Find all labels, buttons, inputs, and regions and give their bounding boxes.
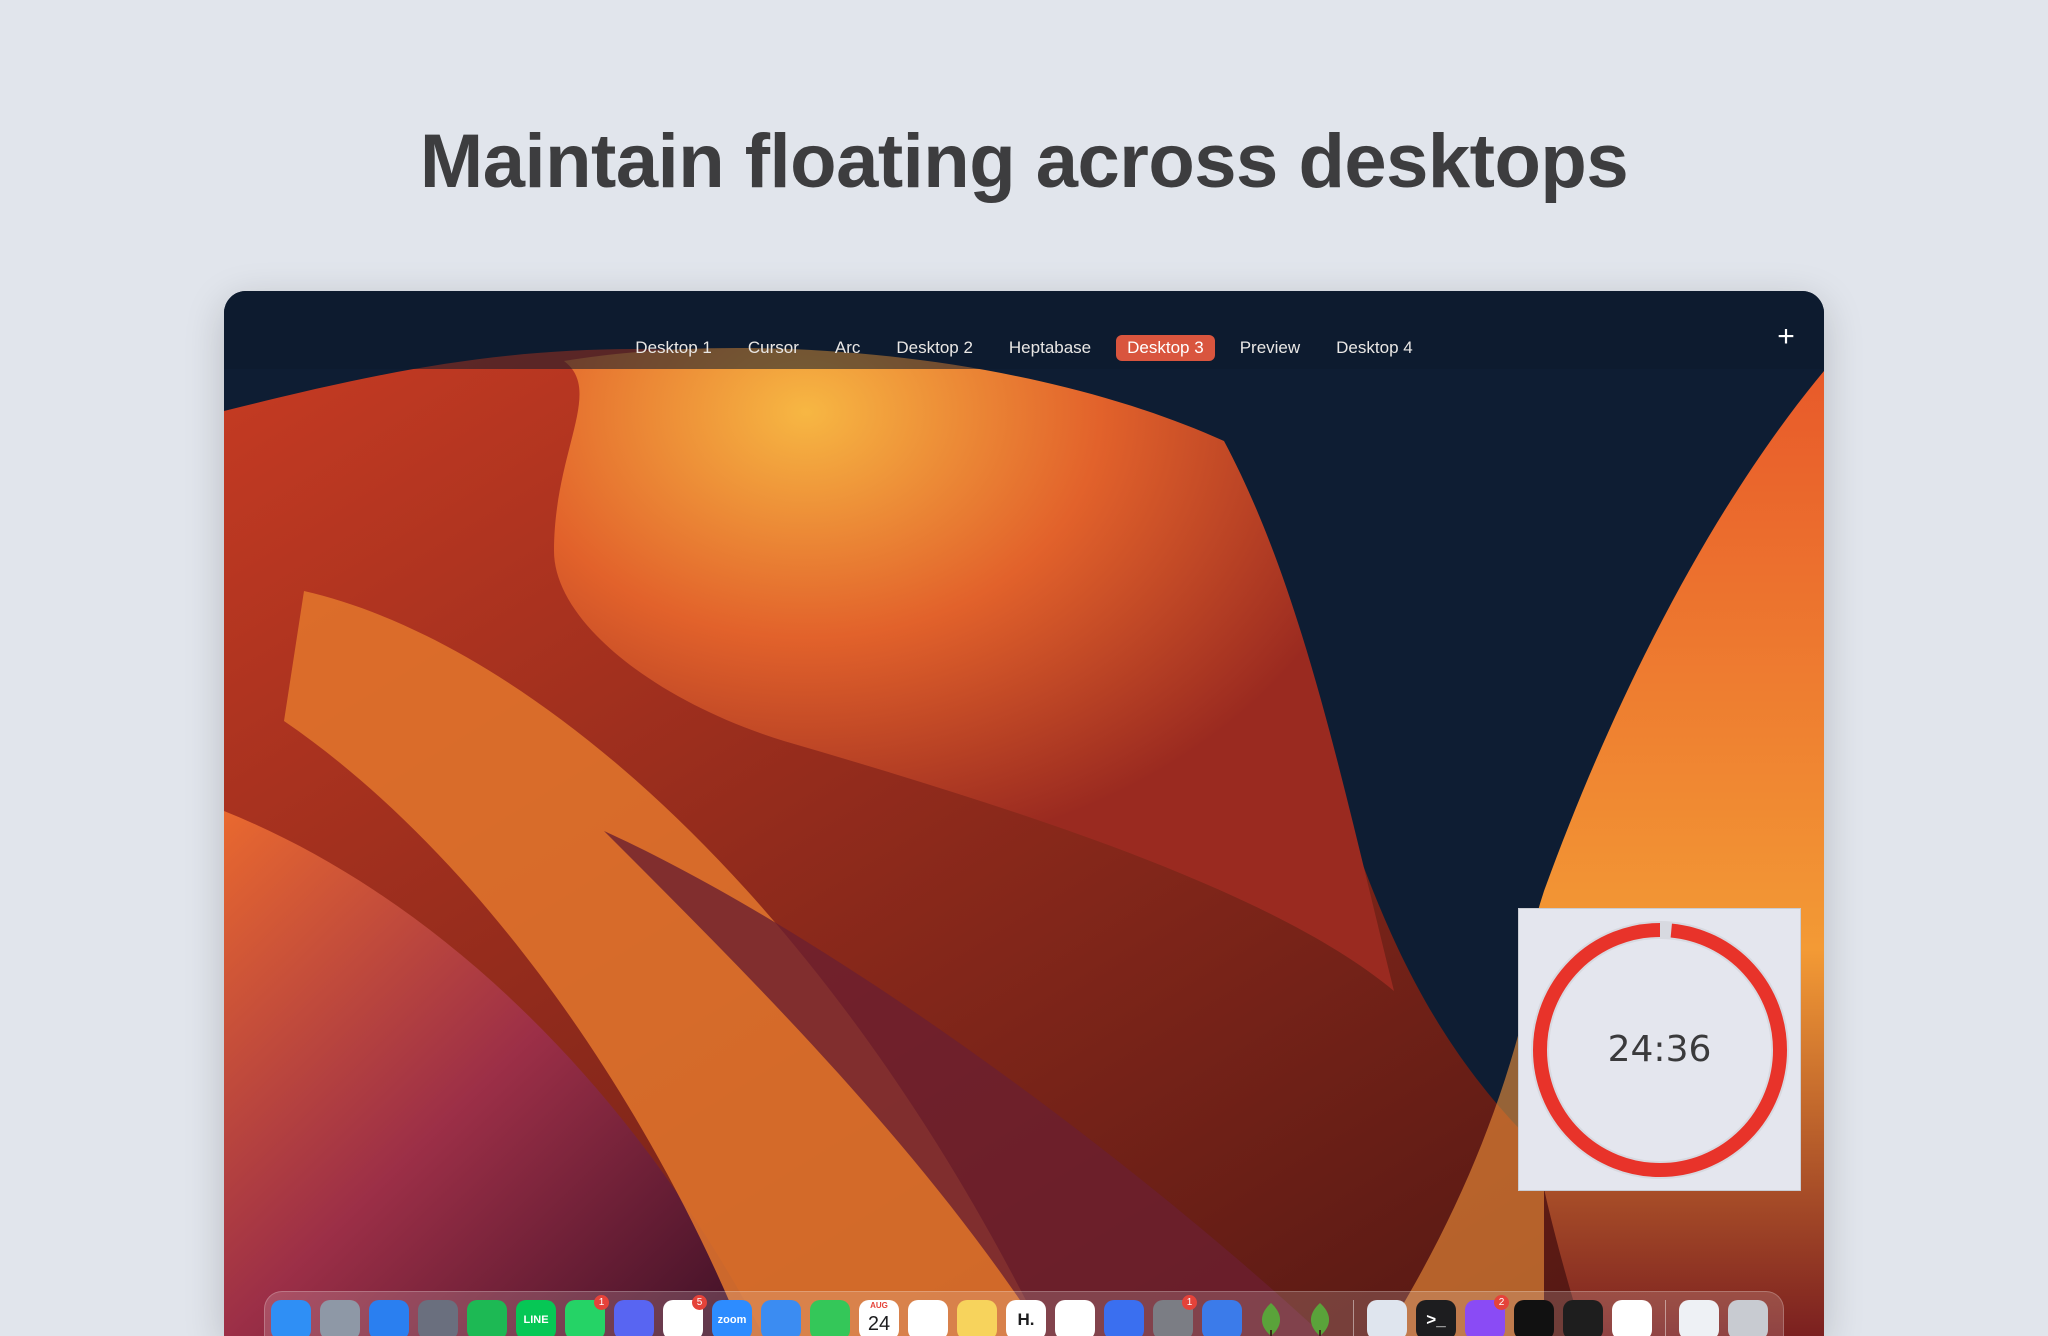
- dock-app-discord[interactable]: [614, 1300, 654, 1336]
- freeform-icon: [1055, 1300, 1095, 1336]
- calendar-icon: 24: [867, 1312, 891, 1335]
- timer-time: 24:36: [1607, 1029, 1712, 1070]
- dock-app-terminal[interactable]: >_: [1416, 1300, 1456, 1336]
- chrome-icon: [1612, 1300, 1652, 1336]
- dock-app-notes[interactable]: [957, 1300, 997, 1336]
- notes-icon: [957, 1300, 997, 1336]
- plus-icon: +: [1777, 320, 1795, 353]
- figma-icon: [1563, 1300, 1603, 1336]
- tab-heptabase[interactable]: Heptabase: [998, 335, 1102, 361]
- desktop-tabs: Desktop 1 Cursor Arc Desktop 2 Heptabase…: [224, 335, 1824, 361]
- dock-app-figma[interactable]: [1563, 1300, 1603, 1336]
- dock-app-safari[interactable]: [369, 1300, 409, 1336]
- facetime-icon: [810, 1300, 850, 1336]
- tab-preview[interactable]: Preview: [1229, 335, 1311, 361]
- reminders-icon: [908, 1300, 948, 1336]
- dock-app-preview[interactable]: [1367, 1300, 1407, 1336]
- dock-app-whatsapp[interactable]: 1: [565, 1295, 609, 1336]
- pixelmator-icon: [418, 1300, 458, 1336]
- dock: LINE 1 5 zoom AUG 24 H. 1 >_ 2: [264, 1291, 1784, 1336]
- dock-app-calendar[interactable]: AUG 24: [859, 1300, 899, 1336]
- dock-app-pixelmator[interactable]: [418, 1300, 458, 1336]
- notification-badge: 2: [1494, 1295, 1509, 1310]
- tree-icon: [1300, 1300, 1340, 1336]
- preview-icon: [1367, 1300, 1407, 1336]
- tab-desktop-1[interactable]: Desktop 1: [624, 335, 723, 361]
- tab-desktop-2[interactable]: Desktop 2: [885, 335, 984, 361]
- dock-app-mail[interactable]: [761, 1300, 801, 1336]
- dock-app-system-settings[interactable]: 1: [1153, 1295, 1197, 1336]
- dock-app-slack[interactable]: 5: [663, 1295, 707, 1336]
- dock-app-cat-app[interactable]: [1202, 1300, 1242, 1336]
- line-icon: LINE: [523, 1314, 549, 1326]
- dock-app-downloads[interactable]: [1679, 1300, 1719, 1336]
- dock-app-zoom[interactable]: zoom: [712, 1300, 752, 1336]
- cat-icon: [1202, 1300, 1242, 1336]
- dock-app-facetime[interactable]: [810, 1300, 850, 1336]
- dock-apps: LINE 1 5 zoom AUG 24 H. 1 >_ 2: [271, 1295, 1768, 1336]
- mail-icon: [761, 1300, 801, 1336]
- notification-badge: 1: [594, 1295, 609, 1310]
- dock-app-reminders[interactable]: [908, 1300, 948, 1336]
- desktop-screen: Desktop 1 Cursor Arc Desktop 2 Heptabase…: [224, 291, 1824, 1336]
- discord-icon: [614, 1300, 654, 1336]
- zoom-icon: zoom: [717, 1314, 747, 1326]
- tab-cursor[interactable]: Cursor: [737, 335, 810, 361]
- dock-app-messenger[interactable]: 2: [1465, 1295, 1509, 1336]
- dock-separator: [1353, 1300, 1354, 1336]
- dock-app-tree-app-2[interactable]: [1300, 1300, 1340, 1336]
- launchpad-icon: [320, 1300, 360, 1336]
- notification-badge: 1: [1182, 1295, 1197, 1310]
- heptabase-icon: H.: [1017, 1310, 1035, 1329]
- dock-app-cursor[interactable]: [1514, 1300, 1554, 1336]
- spaces-bar: Desktop 1 Cursor Arc Desktop 2 Heptabase…: [224, 291, 1824, 369]
- dock-separator: [1665, 1300, 1666, 1336]
- headline: Maintain floating across desktops: [419, 119, 1629, 204]
- tree-icon: [1251, 1300, 1291, 1336]
- arc-icon: [1104, 1300, 1144, 1336]
- dock-app-line[interactable]: LINE: [516, 1300, 556, 1336]
- dock-app-trash[interactable]: [1728, 1300, 1768, 1336]
- cursor-icon: [1514, 1300, 1554, 1336]
- safari-icon: [369, 1300, 409, 1336]
- downloads-icon: [1679, 1300, 1719, 1336]
- dock-app-finder[interactable]: [271, 1300, 311, 1336]
- dock-app-spotify[interactable]: [467, 1300, 507, 1336]
- add-desktop-button[interactable]: +: [1770, 321, 1802, 353]
- floating-timer[interactable]: 24:36: [1518, 908, 1801, 1191]
- dock-app-chrome[interactable]: [1612, 1300, 1652, 1336]
- tab-desktop-3[interactable]: Desktop 3: [1116, 335, 1215, 361]
- tab-arc[interactable]: Arc: [824, 335, 872, 361]
- dock-app-heptabase[interactable]: H.: [1006, 1300, 1046, 1336]
- dock-app-launchpad[interactable]: [320, 1300, 360, 1336]
- spotify-icon: [467, 1300, 507, 1336]
- terminal-icon: >_: [1426, 1310, 1446, 1329]
- trash-icon: [1728, 1300, 1768, 1336]
- dock-app-tree-app-1[interactable]: [1251, 1300, 1291, 1336]
- dock-app-freeform[interactable]: [1055, 1300, 1095, 1336]
- tab-desktop-4[interactable]: Desktop 4: [1325, 335, 1424, 361]
- finder-icon: [271, 1300, 311, 1336]
- dock-app-arc[interactable]: [1104, 1300, 1144, 1336]
- notification-badge: 5: [692, 1295, 707, 1310]
